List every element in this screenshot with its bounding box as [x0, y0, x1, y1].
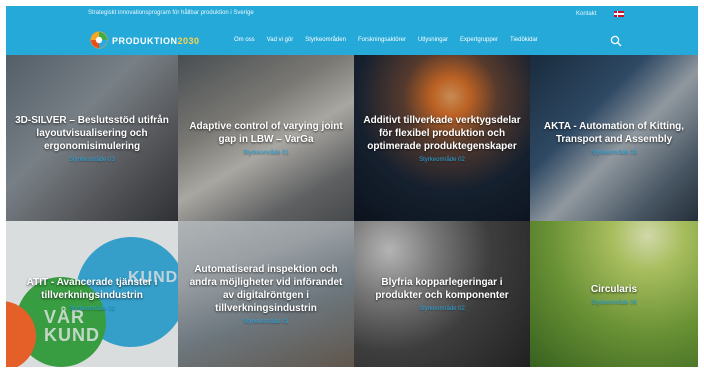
nav-item-styrkeomraden[interactable]: Styrkeområden [305, 37, 346, 43]
project-tile-circularis[interactable]: Circularis Styrkeområde 06 [530, 221, 698, 367]
tile-tag: Styrkeområde 03 [591, 150, 637, 156]
logo[interactable]: PRODUKTION2030 [90, 31, 210, 49]
tile-title: 3D-SILVER – Beslutsstöd utifrån layoutvi… [15, 114, 169, 152]
project-tile-additivt[interactable]: Additivt tillverkade verktygsdelar för f… [354, 55, 530, 221]
nav-item-forskningsaktorer[interactable]: Forskningsaktörer [358, 37, 406, 43]
nav-item-om-oss[interactable]: Om oss [234, 37, 255, 43]
nav-item-expertgrupper[interactable]: Expertgrupper [460, 37, 498, 43]
tile-title: Adaptive control of varying joint gap in… [189, 121, 343, 145]
tile-tag: Styrkeområde 01 [243, 150, 289, 156]
tile-title: AKTA - Automation of Kitting, Transport … [543, 121, 685, 145]
main-nav: Om oss Vad vi gör Styrkeområden Forsknin… [234, 37, 538, 43]
nav-item-tiedokidar[interactable]: Tiedökidar [510, 37, 538, 43]
tile-tag: Styrkeområde 02 [419, 156, 465, 163]
project-tile-atit[interactable]: KUND VÅR KUND ATIT - Avancerade tjänster… [6, 221, 178, 367]
project-tile-varga[interactable]: Adaptive control of varying joint gap in… [178, 55, 354, 221]
tile-title: Blyfria kopparlegeringar i produkter och… [375, 277, 509, 301]
site-header: Strategiskt innovationsprogram för hållb… [6, 6, 698, 55]
project-tile-akta[interactable]: AKTA - Automation of Kitting, Transport … [530, 55, 698, 221]
project-tile-blyfria[interactable]: Blyfria kopparlegeringar i produkter och… [354, 221, 530, 367]
tile-tag: Styrkeområde 01 [243, 319, 289, 325]
nav-item-vad-vi-gor[interactable]: Vad vi gör [267, 37, 294, 43]
project-tile-automatiserad-inspektion[interactable]: Automatiserad inspektion och andra möjli… [178, 221, 354, 367]
tile-tag: Styrkeområde 06 [591, 299, 637, 306]
tile-title: Additivt tillverkade verktygsdelar för f… [363, 114, 521, 152]
tile-tag: Styrkeområde 03 [69, 306, 115, 312]
contact-link[interactable]: Kontakt [576, 11, 596, 17]
tile-title: ATIT - Avancerade tjänster i tillverknin… [26, 277, 158, 301]
header-tagline: Strategiskt innovationsprogram för hållb… [88, 10, 254, 16]
logo-icon [90, 31, 108, 49]
tile-tag: Styrkeområde 02 [419, 306, 465, 312]
search-icon[interactable] [610, 35, 622, 47]
project-tile-3d-silver[interactable]: 3D-SILVER – Beslutsstöd utifrån layoutvi… [6, 55, 178, 221]
tile-title: Automatiserad inspektion och andra möjli… [189, 264, 343, 314]
logo-text: PRODUKTION2030 [112, 36, 200, 46]
project-grid: 3D-SILVER – Beslutsstöd utifrån layoutvi… [6, 55, 698, 367]
english-flag-icon[interactable] [614, 11, 624, 17]
tile-title: Circularis [590, 283, 638, 295]
tile-tag: Styrkeområde 03 [69, 156, 115, 163]
nav-item-utlysningar[interactable]: Utlysningar [418, 37, 448, 43]
